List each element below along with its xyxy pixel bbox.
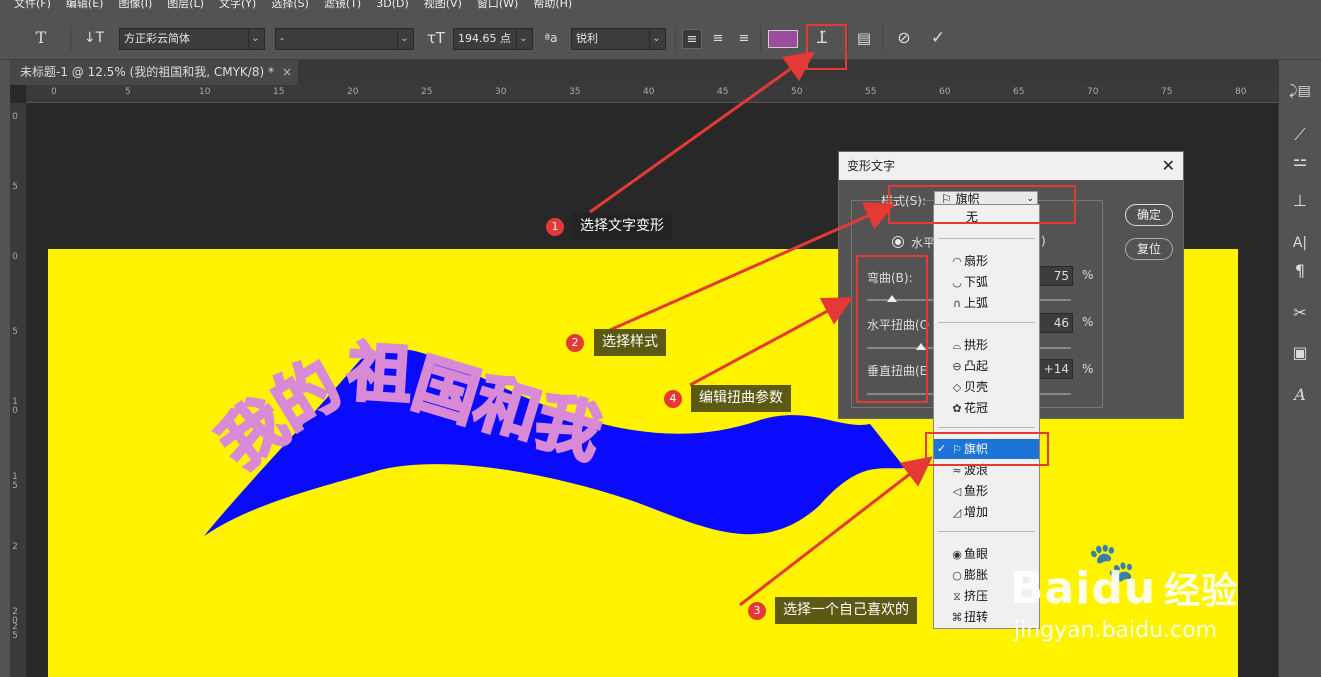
- rise-icon: ◿: [952, 506, 962, 519]
- highlight-style-select: [888, 185, 1076, 224]
- style-option[interactable]: ◠ 扇形: [934, 251, 1039, 271]
- arc-upper-icon: ∩: [952, 297, 962, 310]
- style-option[interactable]: ○ 膨胀: [934, 565, 1039, 585]
- style-option-label: 上弧: [964, 296, 989, 310]
- squeeze-icon: ⧖: [953, 590, 961, 603]
- style-option-label: 花冠: [964, 401, 989, 415]
- fan-icon: ◠: [952, 255, 962, 268]
- style-option[interactable]: ◇ 贝壳: [934, 377, 1039, 397]
- vertical-distortion-input[interactable]: +14: [1039, 359, 1073, 379]
- style-option[interactable]: ◡ 下弧: [934, 272, 1039, 292]
- callout-4: 编辑扭曲参数: [691, 385, 791, 412]
- style-option-label: 挤压: [964, 589, 989, 603]
- bend-percent: %: [1082, 268, 1094, 282]
- arch-icon: ⌓: [952, 339, 962, 352]
- twist-icon: ⌘: [951, 611, 963, 624]
- horizontal-radio-label: 水平: [911, 236, 936, 250]
- style-option[interactable]: ✿ 花冠: [934, 398, 1039, 418]
- fish-icon: ◁: [952, 485, 962, 498]
- style-option[interactable]: ⊖ 凸起: [934, 356, 1039, 376]
- style-option[interactable]: ⌓ 拱形: [934, 335, 1039, 355]
- callout-1: 选择文字变形: [572, 213, 672, 240]
- shell-icon: ◇: [952, 381, 962, 394]
- bulge-icon: ⊖: [952, 360, 962, 373]
- arc-lower-icon: ◡: [952, 276, 962, 289]
- style-option-label: 扇形: [964, 254, 989, 268]
- callout-number-4: 4: [664, 390, 682, 408]
- horizontal-distortion-input[interactable]: 46: [1039, 313, 1073, 333]
- style-option-label: 凸起: [964, 359, 989, 373]
- reset-button[interactable]: 复位: [1125, 238, 1173, 260]
- callout-number-3: 3: [748, 602, 766, 620]
- style-option-label: 下弧: [964, 275, 989, 289]
- callout-number-1: 1: [546, 218, 564, 236]
- style-option-label: 鱼眼: [964, 547, 989, 561]
- style-option-label: 膨胀: [964, 568, 989, 582]
- callout-2: 选择样式: [594, 329, 666, 356]
- vertical-radio-label: ): [1041, 234, 1046, 248]
- callout-3: 选择一个自己喜欢的: [775, 597, 917, 624]
- style-option[interactable]: ⌘ 扭转: [934, 607, 1039, 627]
- callout-number-2: 2: [566, 334, 584, 352]
- ok-button[interactable]: 确定: [1125, 204, 1173, 226]
- horizontal-radio[interactable]: [892, 236, 904, 248]
- highlight-distortion-params: [856, 255, 928, 403]
- close-icon[interactable]: ✕: [1162, 156, 1175, 176]
- dialog-title-bar: 变形文字: [839, 152, 1183, 180]
- highlight-warp-button: [806, 24, 847, 70]
- style-dropdown-list: 无 ◠ 扇形 ◡ 下弧 ∩ 上弧 ⌓ 拱形 ⊖ 凸起 ◇ 贝壳 ✿ 花冠 ✓ ⚐ 旗帜 ≈ 波浪 ◁ 鱼形 ◿ 增加 ◉…: [933, 204, 1040, 629]
- style-option[interactable]: ∩ 上弧: [934, 293, 1039, 313]
- horizontal-distortion-percent: %: [1082, 315, 1094, 329]
- style-option-label: 扭转: [964, 610, 989, 624]
- style-option[interactable]: ◉ 鱼眼: [934, 544, 1039, 564]
- bend-input[interactable]: 75: [1039, 266, 1073, 286]
- style-option-label: 增加: [964, 505, 989, 519]
- highlight-flag-option: [925, 432, 1049, 466]
- style-option-label: 拱形: [964, 338, 989, 352]
- inflate-icon: ○: [952, 569, 962, 582]
- style-option-label: 鱼形: [964, 484, 989, 498]
- dialog-title: 变形文字: [847, 159, 896, 173]
- style-option[interactable]: ◁ 鱼形: [934, 481, 1039, 501]
- vertical-distortion-percent: %: [1082, 362, 1094, 376]
- flower-icon: ✿: [952, 402, 962, 415]
- style-option[interactable]: ◿ 增加: [934, 502, 1039, 522]
- style-option-label: 贝壳: [964, 380, 989, 394]
- fisheye-icon: ◉: [952, 548, 962, 561]
- style-option[interactable]: ⧖ 挤压: [934, 586, 1039, 606]
